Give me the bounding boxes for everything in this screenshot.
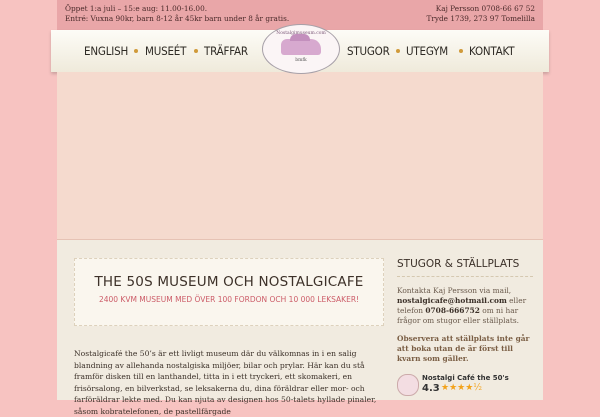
nav-item-utegym[interactable]: UTEGYM	[406, 44, 448, 58]
nav-item-museet[interactable]: MUSEÉT	[145, 44, 186, 58]
nav-separator-dot	[459, 49, 463, 53]
content-area: THE 50S MUSEUM OCH NOSTALGICAFE 2400 KVM…	[57, 240, 543, 416]
entrance-prices: Entré: Vuxna 90kr, barn 8-12 år 45kr bar…	[65, 14, 290, 23]
opening-info: Öppet 1:a juli – 15:e aug: 11.00-16.00. …	[65, 4, 289, 24]
nav-item-stugor[interactable]: STUGOR	[347, 44, 390, 58]
nav-separator-dot	[194, 49, 198, 53]
nav-separator-dot	[134, 49, 138, 53]
sidebar-divider	[397, 276, 533, 277]
nav-separator-dot	[396, 49, 400, 53]
title-box: THE 50S MUSEUM OCH NOSTALGICAFE 2400 KVM…	[74, 258, 384, 326]
hero-banner	[57, 72, 543, 240]
page-title: THE 50S MUSEUM OCH NOSTALGICAFE	[94, 274, 364, 290]
nav-item-english[interactable]: ENGLISH	[84, 44, 128, 58]
contact-phone: Kaj Persson 0708-66 67 52	[435, 4, 535, 13]
sidebar: STUGOR & STÄLLPLATS Kontakta Kaj Persson…	[397, 258, 537, 396]
contact-address: Tryde 1739, 273 97 Tomelilla	[426, 14, 535, 23]
review-logo-icon	[397, 374, 419, 396]
contact-email-link[interactable]: nostalgicafe@hotmail.com	[397, 296, 507, 305]
review-widget[interactable]: Nostalgi Café the 50's 4.3 ★★★★½	[397, 374, 537, 396]
contact-phone-number: 0708-666752	[425, 306, 480, 315]
contact-info: Kaj Persson 0708-66 67 52 Tryde 1739, 27…	[427, 4, 535, 24]
opening-hours: Öppet 1:a juli – 15:e aug: 11.00-16.00.	[65, 4, 208, 13]
logo-bottom-text: bmfk	[295, 58, 307, 63]
page-subtitle: 2400 KVM MUSEUM MED ÖVER 100 FORDON OCH …	[98, 295, 360, 304]
nav-item-kontakt[interactable]: KONTAKT	[469, 44, 515, 58]
nav-item-traffar[interactable]: TRÄFFAR	[204, 44, 248, 58]
car-icon	[281, 34, 321, 55]
review-score: 4.3	[422, 383, 440, 394]
sidebar-contact-text: Kontakta Kaj Persson via mail, nostalgic…	[397, 286, 527, 325]
site-logo[interactable]: Nostalgimuseum.com bmfk	[262, 24, 340, 74]
sidebar-title: STUGOR & STÄLLPLATS	[397, 258, 520, 270]
sidebar-note: Observera att ställplats inte går att bo…	[397, 334, 530, 363]
review-stars-icon: ★★★★½	[441, 383, 482, 393]
intro-paragraph: Nostalgicafé the 50’s är ett livligt mus…	[74, 349, 377, 416]
review-business-name: Nostalgi Café the 50's	[422, 374, 509, 382]
